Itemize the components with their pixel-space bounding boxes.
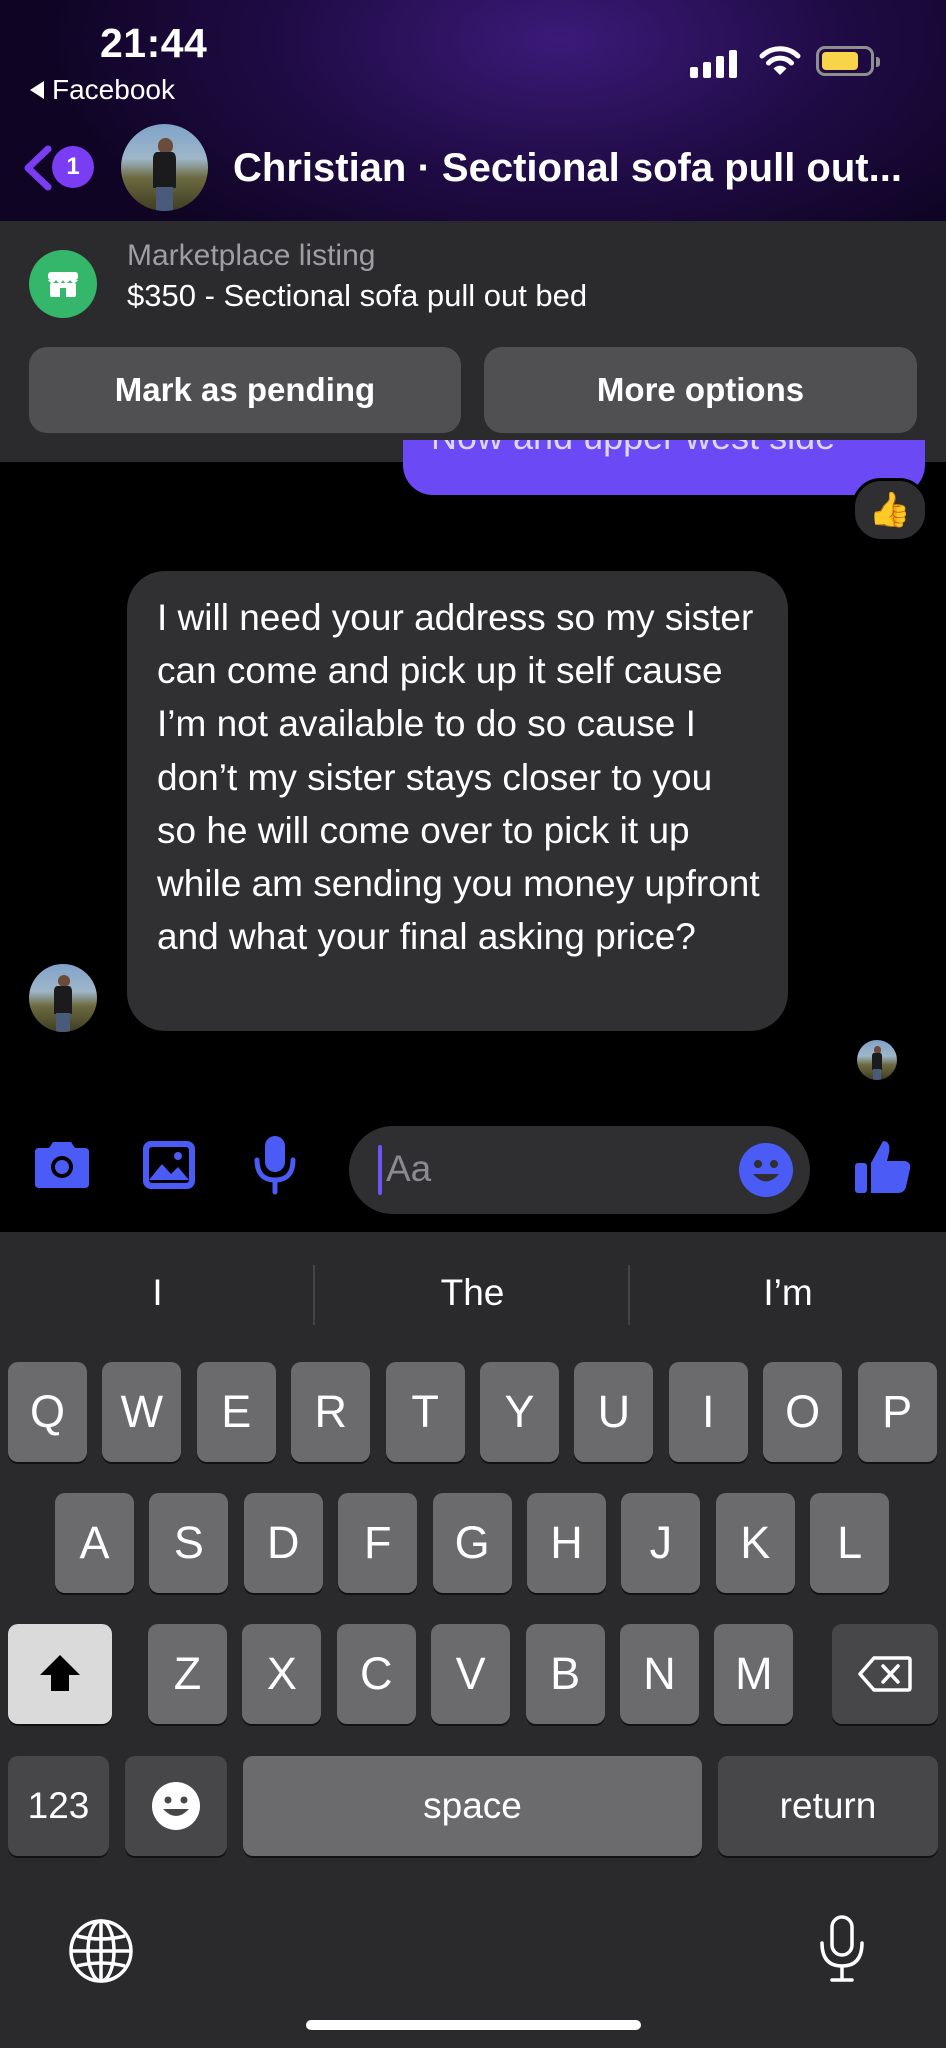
- sender-avatar[interactable]: [29, 964, 97, 1032]
- key-r[interactable]: R: [291, 1362, 371, 1462]
- key-w[interactable]: W: [102, 1362, 182, 1462]
- backspace-key[interactable]: [832, 1624, 938, 1724]
- key-k[interactable]: K: [715, 1493, 795, 1593]
- read-receipt-avatar: [857, 1040, 897, 1080]
- gallery-icon[interactable]: [140, 1138, 198, 1192]
- back-app-label: Facebook: [52, 74, 175, 105]
- listing-subtitle: Marketplace listing: [127, 239, 376, 272]
- status-time: 21:44: [100, 20, 208, 66]
- key-h[interactable]: H: [527, 1493, 606, 1593]
- received-message-text: I will need your address so my sister ca…: [157, 597, 760, 958]
- key-b[interactable]: B: [525, 1624, 605, 1724]
- key-j[interactable]: J: [621, 1493, 701, 1593]
- received-message-bubble[interactable]: I will need your address so my sister ca…: [127, 571, 788, 1031]
- dictation-microphone-icon[interactable]: [817, 1914, 867, 1984]
- key-x[interactable]: X: [242, 1624, 322, 1724]
- emoji-icon[interactable]: [739, 1143, 793, 1197]
- key-t[interactable]: T: [385, 1362, 465, 1462]
- key-l[interactable]: L: [810, 1493, 890, 1593]
- key-c[interactable]: C: [336, 1624, 416, 1724]
- thumbs-up-reaction[interactable]: 👍: [852, 478, 928, 542]
- key-q[interactable]: Q: [8, 1362, 87, 1462]
- return-key[interactable]: return: [718, 1756, 938, 1856]
- suggestion-3[interactable]: I’m: [630, 1272, 946, 1322]
- key-p[interactable]: P: [857, 1362, 937, 1462]
- key-v[interactable]: V: [431, 1624, 511, 1724]
- key-e[interactable]: E: [196, 1362, 276, 1462]
- battery-icon: [816, 46, 880, 76]
- key-i[interactable]: I: [668, 1362, 748, 1462]
- text-cursor: [378, 1145, 382, 1195]
- back-chevron-icon[interactable]: [20, 145, 54, 191]
- suggestion-1[interactable]: I: [0, 1272, 315, 1322]
- key-m[interactable]: M: [714, 1624, 794, 1724]
- shift-arrow-icon: [40, 1655, 80, 1691]
- key-o[interactable]: O: [763, 1362, 843, 1462]
- contact-avatar[interactable]: [121, 124, 208, 211]
- camera-icon[interactable]: [31, 1138, 93, 1192]
- key-z[interactable]: Z: [148, 1624, 227, 1724]
- wifi-icon: [759, 46, 801, 75]
- listing-title[interactable]: $350 - Sectional sofa pull out bed: [127, 278, 587, 314]
- chat-title[interactable]: Christian · Sectional sofa pull out...: [233, 146, 933, 191]
- home-indicator: [306, 2020, 641, 2030]
- key-n[interactable]: N: [620, 1624, 699, 1724]
- key-a[interactable]: A: [55, 1493, 134, 1593]
- key-f[interactable]: F: [338, 1493, 418, 1593]
- key-u[interactable]: U: [574, 1362, 654, 1462]
- back-to-app-link[interactable]: Facebook: [30, 74, 175, 106]
- like-thumbs-up-icon[interactable]: [853, 1137, 913, 1197]
- key-y[interactable]: Y: [480, 1362, 559, 1462]
- key-g[interactable]: G: [432, 1493, 512, 1593]
- emoji-key[interactable]: [125, 1756, 227, 1856]
- globe-icon[interactable]: [68, 1918, 134, 1984]
- unread-count-badge[interactable]: 1: [52, 146, 94, 188]
- marketplace-store-icon: [29, 250, 97, 318]
- key-s[interactable]: S: [149, 1493, 229, 1593]
- sent-message-text: Now and upper west side: [431, 440, 835, 458]
- backspace-icon: [858, 1656, 912, 1692]
- suggestion-2[interactable]: The: [315, 1272, 630, 1322]
- more-options-button[interactable]: More options: [484, 347, 917, 433]
- numbers-key[interactable]: 123: [8, 1756, 109, 1856]
- microphone-icon[interactable]: [250, 1134, 300, 1196]
- shift-key[interactable]: [8, 1624, 112, 1724]
- back-triangle-icon: [30, 81, 44, 99]
- space-key[interactable]: space: [243, 1756, 702, 1856]
- cellular-signal-icon: [690, 48, 737, 78]
- mark-as-pending-button[interactable]: Mark as pending: [29, 347, 461, 433]
- keyboard-emoji-icon: [152, 1782, 200, 1830]
- message-input-placeholder: Aa: [386, 1148, 432, 1189]
- key-d[interactable]: D: [243, 1493, 323, 1593]
- sent-message-bubble[interactable]: Now and upper west side: [403, 440, 925, 495]
